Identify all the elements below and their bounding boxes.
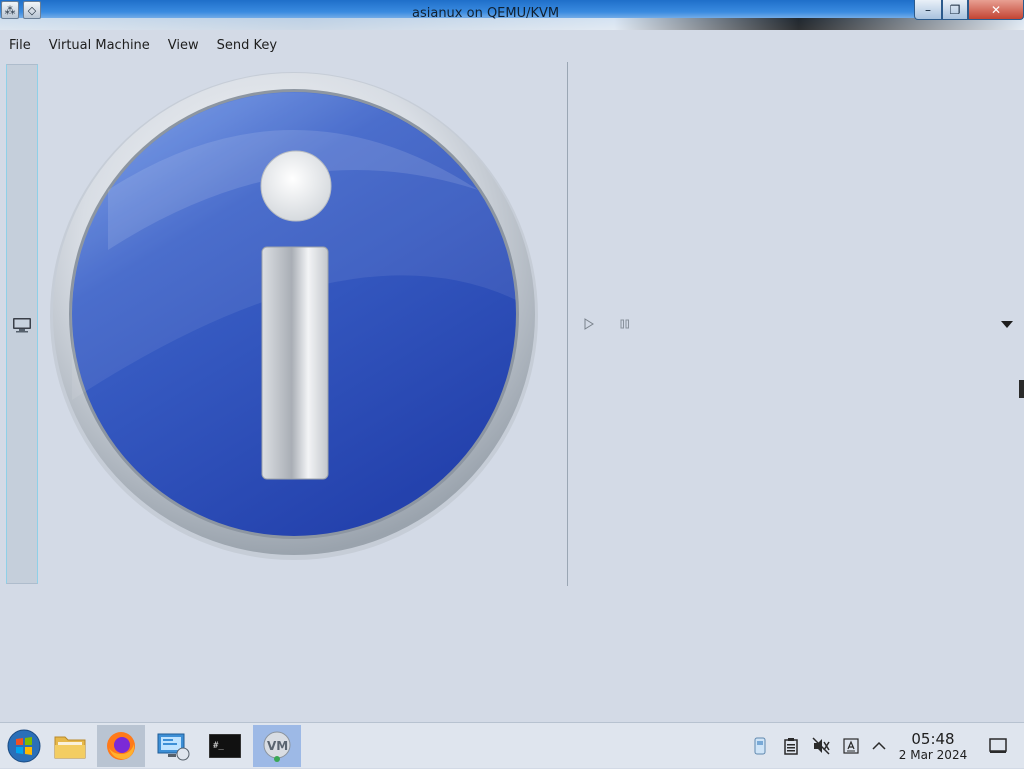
terminal-icon: #_ xyxy=(209,734,241,758)
clock-time: 05:48 xyxy=(911,730,955,748)
show-desktop-button[interactable] xyxy=(986,723,1010,769)
network-icon xyxy=(754,737,766,755)
taskbar: #_ VM 05:48 2 Mar 2024 xyxy=(0,722,1024,768)
console-sidebar[interactable] xyxy=(6,64,38,584)
taskbar-clock[interactable]: 05:48 2 Mar 2024 xyxy=(892,731,974,763)
windows-start-icon xyxy=(7,729,41,763)
close-icon: ✕ xyxy=(990,2,1002,17)
firefox-icon xyxy=(107,732,135,760)
window-title: asianux on QEMU/KVM xyxy=(412,6,560,21)
virt-manager-button[interactable]: VM xyxy=(253,725,301,767)
window-titlebar[interactable]: ⁂ ◇ asianux on QEMU/KVM – ❐ ✕ xyxy=(0,0,1024,30)
minimize-icon: – xyxy=(925,2,931,17)
mouse-cursor xyxy=(1019,380,1024,398)
start-menu-button[interactable] xyxy=(0,725,48,767)
chevron-down-icon[interactable] xyxy=(1000,319,1014,329)
remote-desktop-button[interactable] xyxy=(149,725,197,767)
virt-manager-label: VM xyxy=(267,739,288,753)
terminal-button[interactable]: #_ xyxy=(201,725,249,767)
remote-desktop-icon xyxy=(157,733,190,761)
terminal-prompt-label: #_ xyxy=(213,741,224,751)
virt-manager-icon: VM xyxy=(263,731,291,762)
minimize-button[interactable]: – xyxy=(914,0,942,20)
diamond-icon: ◇ xyxy=(27,3,37,17)
chevron-up-icon xyxy=(872,741,886,750)
show-desktop-icon xyxy=(989,738,1007,753)
clipboard-icon xyxy=(784,738,798,755)
sticky-button[interactable]: ◇ xyxy=(23,1,41,19)
tray-clipboard[interactable] xyxy=(779,723,803,769)
firefox-button[interactable] xyxy=(97,725,145,767)
folder-icon xyxy=(54,736,86,759)
pause-icon[interactable] xyxy=(619,318,631,330)
tray-input-method[interactable] xyxy=(839,723,863,769)
window-menu-button[interactable]: ⁂ xyxy=(1,1,19,19)
menu-file[interactable]: File xyxy=(0,38,40,53)
window-controls: – ❐ ✕ xyxy=(914,0,1024,21)
input-method-icon xyxy=(843,738,859,754)
menu-bar: File Virtual Machine View Send Key xyxy=(0,30,1024,60)
window-menu-icon: ⁂ xyxy=(4,3,16,17)
information-icon xyxy=(50,72,538,560)
menu-send-key[interactable]: Send Key xyxy=(208,38,286,53)
maximize-button[interactable]: ❐ xyxy=(942,0,968,20)
file-manager-button[interactable] xyxy=(46,725,94,767)
maximize-icon: ❐ xyxy=(949,2,961,17)
volume-muted-icon xyxy=(812,737,830,755)
tray-network[interactable] xyxy=(748,723,772,769)
panel-divider[interactable] xyxy=(567,62,568,586)
tray-volume[interactable] xyxy=(809,723,833,769)
close-button[interactable]: ✕ xyxy=(968,0,1024,20)
clock-date: 2 Mar 2024 xyxy=(898,748,968,762)
play-icon[interactable] xyxy=(583,318,595,330)
menu-virtual-machine[interactable]: Virtual Machine xyxy=(40,38,159,53)
menu-view[interactable]: View xyxy=(159,38,208,53)
tray-expand[interactable] xyxy=(867,723,891,769)
monitor-icon[interactable] xyxy=(12,317,32,333)
